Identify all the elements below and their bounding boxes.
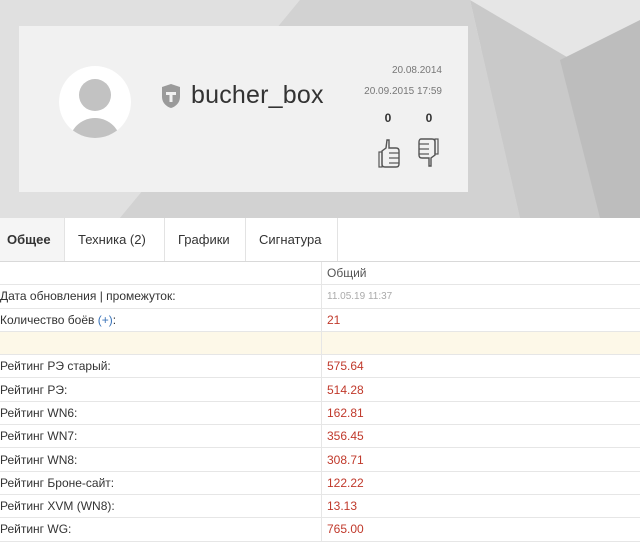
row-value: 162.81	[322, 401, 640, 424]
row-value: 122.22	[322, 471, 640, 494]
likes-count: 0	[378, 111, 398, 125]
profile-hero: bucher_box 20.08.2014 20.09.2015 17:59 0…	[0, 0, 640, 218]
tab-general[interactable]: Общее	[0, 218, 65, 261]
last-battle-date: 20.09.2015 17:59	[364, 86, 442, 97]
profile-tabs: Общее Техника (2) Графики Сигнатура	[0, 218, 640, 262]
row-label	[0, 331, 322, 354]
user-avatar	[59, 66, 131, 138]
row-label: Дата обновления | промежуток:	[0, 285, 322, 308]
row-label: Количество боёв (+):	[0, 308, 322, 331]
table-row: Рейтинг Броне-сайт: 122.22	[0, 471, 640, 494]
header-label-cell	[0, 262, 322, 285]
dislikes-count: 0	[419, 111, 439, 125]
stats-table: Общий Дата обновления | промежуток: 11.0…	[0, 262, 640, 542]
row-value: 356.45	[322, 425, 640, 448]
thumbs-down-icon[interactable]	[418, 138, 440, 168]
table-row: Рейтинг РЭ старый: 575.64	[0, 355, 640, 378]
tab-signature[interactable]: Сигнатура	[246, 218, 338, 261]
registration-date: 20.08.2014	[392, 65, 442, 76]
battles-label: Количество боёв	[0, 313, 94, 327]
row-value: 514.28	[322, 378, 640, 401]
row-value: 575.64	[322, 355, 640, 378]
tab-vehicles[interactable]: Техника (2)	[65, 218, 165, 261]
table-row: Рейтинг XVM (WN8): 13.13	[0, 494, 640, 517]
battles-increment-link[interactable]: (+)	[98, 313, 113, 327]
header-overall: Общий	[322, 262, 640, 285]
row-label: Рейтинг РЭ:	[0, 378, 322, 401]
row-value: 11.05.19 11:37	[322, 285, 640, 308]
row-value: 21	[322, 308, 640, 331]
table-row: Рейтинг WN7: 356.45	[0, 425, 640, 448]
table-row: Рейтинг WG: 765.00	[0, 518, 640, 541]
row-value: 765.00	[322, 518, 640, 541]
row-label: Рейтинг XVM (WN8):	[0, 494, 322, 517]
wot-tank-emblem-icon	[160, 83, 182, 109]
table-row: Рейтинг WN8: 308.71	[0, 448, 640, 471]
row-label: Рейтинг WN8:	[0, 448, 322, 471]
table-separator-row	[0, 331, 640, 354]
row-label: Рейтинг WN7:	[0, 425, 322, 448]
row-label: Рейтинг WN6:	[0, 401, 322, 424]
table-header-row: Общий	[0, 262, 640, 285]
battles-label-suffix: :	[113, 313, 116, 327]
thumbs-up-icon[interactable]	[378, 138, 400, 168]
row-value: 308.71	[322, 448, 640, 471]
row-label: Рейтинг WG:	[0, 518, 322, 541]
table-row: Количество боёв (+): 21	[0, 308, 640, 331]
row-value	[322, 331, 640, 354]
row-value: 13.13	[322, 494, 640, 517]
table-row: Дата обновления | промежуток: 11.05.19 1…	[0, 285, 640, 308]
table-row: Рейтинг WN6: 162.81	[0, 401, 640, 424]
tab-graphs[interactable]: Графики	[165, 218, 246, 261]
row-label: Рейтинг РЭ старый:	[0, 355, 322, 378]
row-label: Рейтинг Броне-сайт:	[0, 471, 322, 494]
player-nickname: bucher_box	[191, 81, 324, 110]
profile-card: bucher_box 20.08.2014 20.09.2015 17:59 0…	[19, 26, 468, 192]
table-row: Рейтинг РЭ: 514.28	[0, 378, 640, 401]
